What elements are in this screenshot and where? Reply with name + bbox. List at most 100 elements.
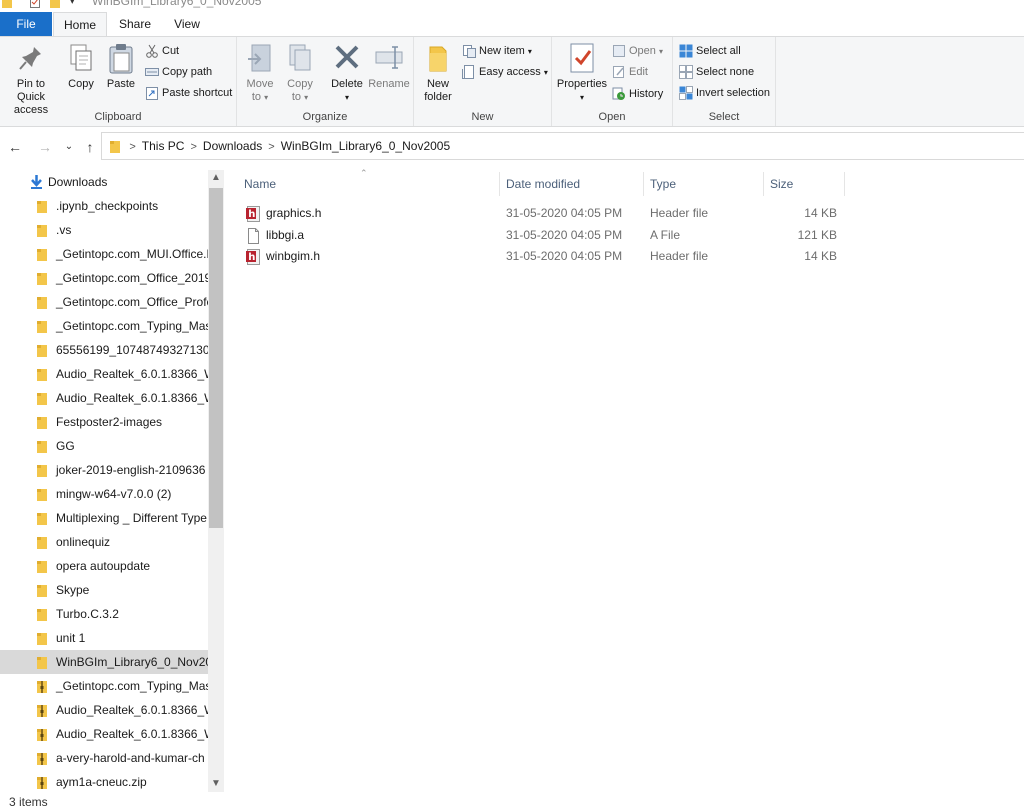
column-header-name[interactable]: Name [238,172,500,196]
open-button[interactable]: Open ▾ [612,41,663,61]
new-item-button[interactable]: New item ▾ [462,41,532,61]
organize-group: Move to ▾ Copy to ▾ Delete ▾ Rename Orga… [237,37,414,126]
item-count: 3 items [9,795,48,809]
download-arrow-icon [31,175,42,189]
breadcrumb-current-folder[interactable]: WinBGIm_Library6_0_Nov2005 [281,133,450,159]
delete-button[interactable]: Delete ▾ [329,41,365,104]
nav-item[interactable]: Festposter2-images [0,410,208,434]
nav-item-label: aym1a-cneuc.zip [56,775,147,789]
edit-pencil-icon [613,66,624,79]
clipboard-icon [109,44,133,74]
invert-selection-button[interactable]: Invert selection [679,83,770,103]
address-bar[interactable]: > This PC > Downloads > WinBGIm_Library6_0_No… [101,132,1024,160]
nav-item-selected[interactable]: WinBGIm_Library6_0_Nov200 [0,650,208,674]
column-header-date-modified[interactable]: Date modified [500,172,644,196]
easy-access-button[interactable]: Easy access ▾ [462,62,548,82]
forward-arrow-icon[interactable]: → [36,137,54,157]
nav-item[interactable]: Audio_Realtek_6.0.1.8366_W [0,362,208,386]
select-none-button[interactable]: Select none [679,62,754,82]
nav-item[interactable]: Audio_Realtek_6.0.1.8366_W [0,698,208,722]
cut-button[interactable]: Cut [145,41,179,61]
nav-item[interactable]: Multiplexing _ Different Type [0,506,208,530]
nav-item[interactable]: aym1a-cneuc.zip [0,770,208,792]
copy-to-button[interactable]: Copy to ▾ [283,41,317,104]
nav-item[interactable]: _Getintopc.com_Office_Profe [0,290,208,314]
customize-toolbar-chevron-icon[interactable]: ▾ [70,0,80,8]
nav-item[interactable]: .ipynb_checkpoints [0,194,208,218]
file-row[interactable]: h graphics.h 31-05-2020 04:05 PM Header fil… [230,203,1024,224]
column-header-size[interactable]: Size [764,172,845,196]
nav-item[interactable]: GG [0,434,208,458]
nav-item[interactable]: _Getintopc.com_MUI.Office.P [0,242,208,266]
nav-item[interactable]: 65556199_107487493271304 [0,338,208,362]
new-folder-button[interactable]: New folder [420,41,456,104]
nav-item[interactable]: Skype [0,578,208,602]
folder-icon [37,273,47,285]
paste-shortcut-icon [146,87,158,101]
tab-view[interactable]: View [163,12,211,36]
scrollbar-thumb[interactable] [209,188,223,528]
status-bar: 3 items [0,792,1024,812]
copy-path-button[interactable]: Copy path [145,62,212,82]
nav-item-label: onlinequiz [56,535,111,549]
file-type: Header file [650,249,709,263]
tab-file[interactable]: File [0,12,52,36]
folder-icon [37,465,47,477]
nav-item[interactable]: mingw-w64-v7.0.0 (2) [0,482,208,506]
move-to-button[interactable]: Move to ▾ [243,41,277,104]
paste-shortcut-button[interactable]: Paste shortcut [145,83,232,103]
nav-item[interactable]: joker-2019-english-2109636 [0,458,208,482]
nav-item[interactable]: Audio_Realtek_6.0.1.8366_W [0,722,208,746]
nav-item[interactable]: _Getintopc.com_Typing_Mast [0,674,208,698]
nav-item[interactable]: a-very-harold-and-kumar-ch [0,746,208,770]
file-row[interactable]: libbgi.a 31-05-2020 04:05 PM A File 121 KB [230,225,1024,246]
folder-icon [37,537,47,549]
breadcrumb-this-pc[interactable]: This PC [142,133,185,159]
folder-icon [37,369,47,381]
nav-item[interactable]: onlinequiz [0,530,208,554]
nav-item-downloads[interactable]: Downloads [0,170,208,194]
breadcrumb-downloads[interactable]: Downloads [203,133,262,159]
new-folder-quick-icon[interactable] [50,0,60,8]
scroll-up-arrow-icon[interactable]: ▲ [208,170,224,186]
new-group-label: New [471,111,494,123]
nav-item[interactable]: _Getintopc.com_Office_2019_ [0,266,208,290]
nav-item-label: WinBGIm_Library6_0_Nov200 [56,655,208,669]
edit-button[interactable]: Edit [612,62,648,82]
scroll-down-arrow-icon[interactable]: ▼ [208,776,224,792]
svg-text:h: h [248,209,255,220]
file-row[interactable]: h winbgim.h 31-05-2020 04:05 PM Header file… [230,246,1024,267]
paste-button[interactable]: Paste [102,41,140,91]
new-folder-icon [429,46,447,72]
select-all-button[interactable]: Select all [679,41,741,61]
open-icon [613,45,625,58]
nav-item[interactable]: _Getintopc.com_Typing_Mast [0,314,208,338]
clipboard-group-label: Clipboard [94,111,142,123]
nav-item[interactable]: unit 1 [0,626,208,650]
nav-item[interactable]: Turbo.C.3.2 [0,602,208,626]
folder-icon [37,609,47,621]
nav-pane-scrollbar[interactable]: ▲ ▼ [208,170,224,792]
nav-item-label: 65556199_107487493271304 [56,343,208,357]
nav-item[interactable]: opera autoupdate [0,554,208,578]
nav-item-label: _Getintopc.com_Office_Profe [56,295,208,309]
nav-item[interactable]: .vs [0,218,208,242]
history-button[interactable]: History [612,84,663,104]
nav-item[interactable]: Audio_Realtek_6.0.1.8366_W [0,386,208,410]
back-arrow-icon[interactable]: ← [6,137,24,157]
pin-to-quick-access-button[interactable]: Pin to Quick access [2,41,60,117]
folder-icon [37,489,47,501]
properties-icon[interactable] [30,0,40,8]
folder-icon [37,633,47,645]
properties-button[interactable]: Properties ▾ [556,41,608,104]
column-header-type[interactable]: Type [644,172,764,196]
tab-share[interactable]: Share [110,12,160,36]
new-group: New folder New item ▾ Easy access ▾ New [414,37,552,126]
tab-home[interactable]: Home [53,12,107,37]
copy-path-icon [145,68,159,77]
copy-button[interactable]: Copy [64,41,98,91]
recent-locations-chevron-icon[interactable]: ⌄ [60,137,78,157]
open-group-label: Open [598,111,626,123]
up-arrow-icon[interactable]: ↑ [81,137,99,157]
rename-button[interactable]: Rename [367,41,411,91]
